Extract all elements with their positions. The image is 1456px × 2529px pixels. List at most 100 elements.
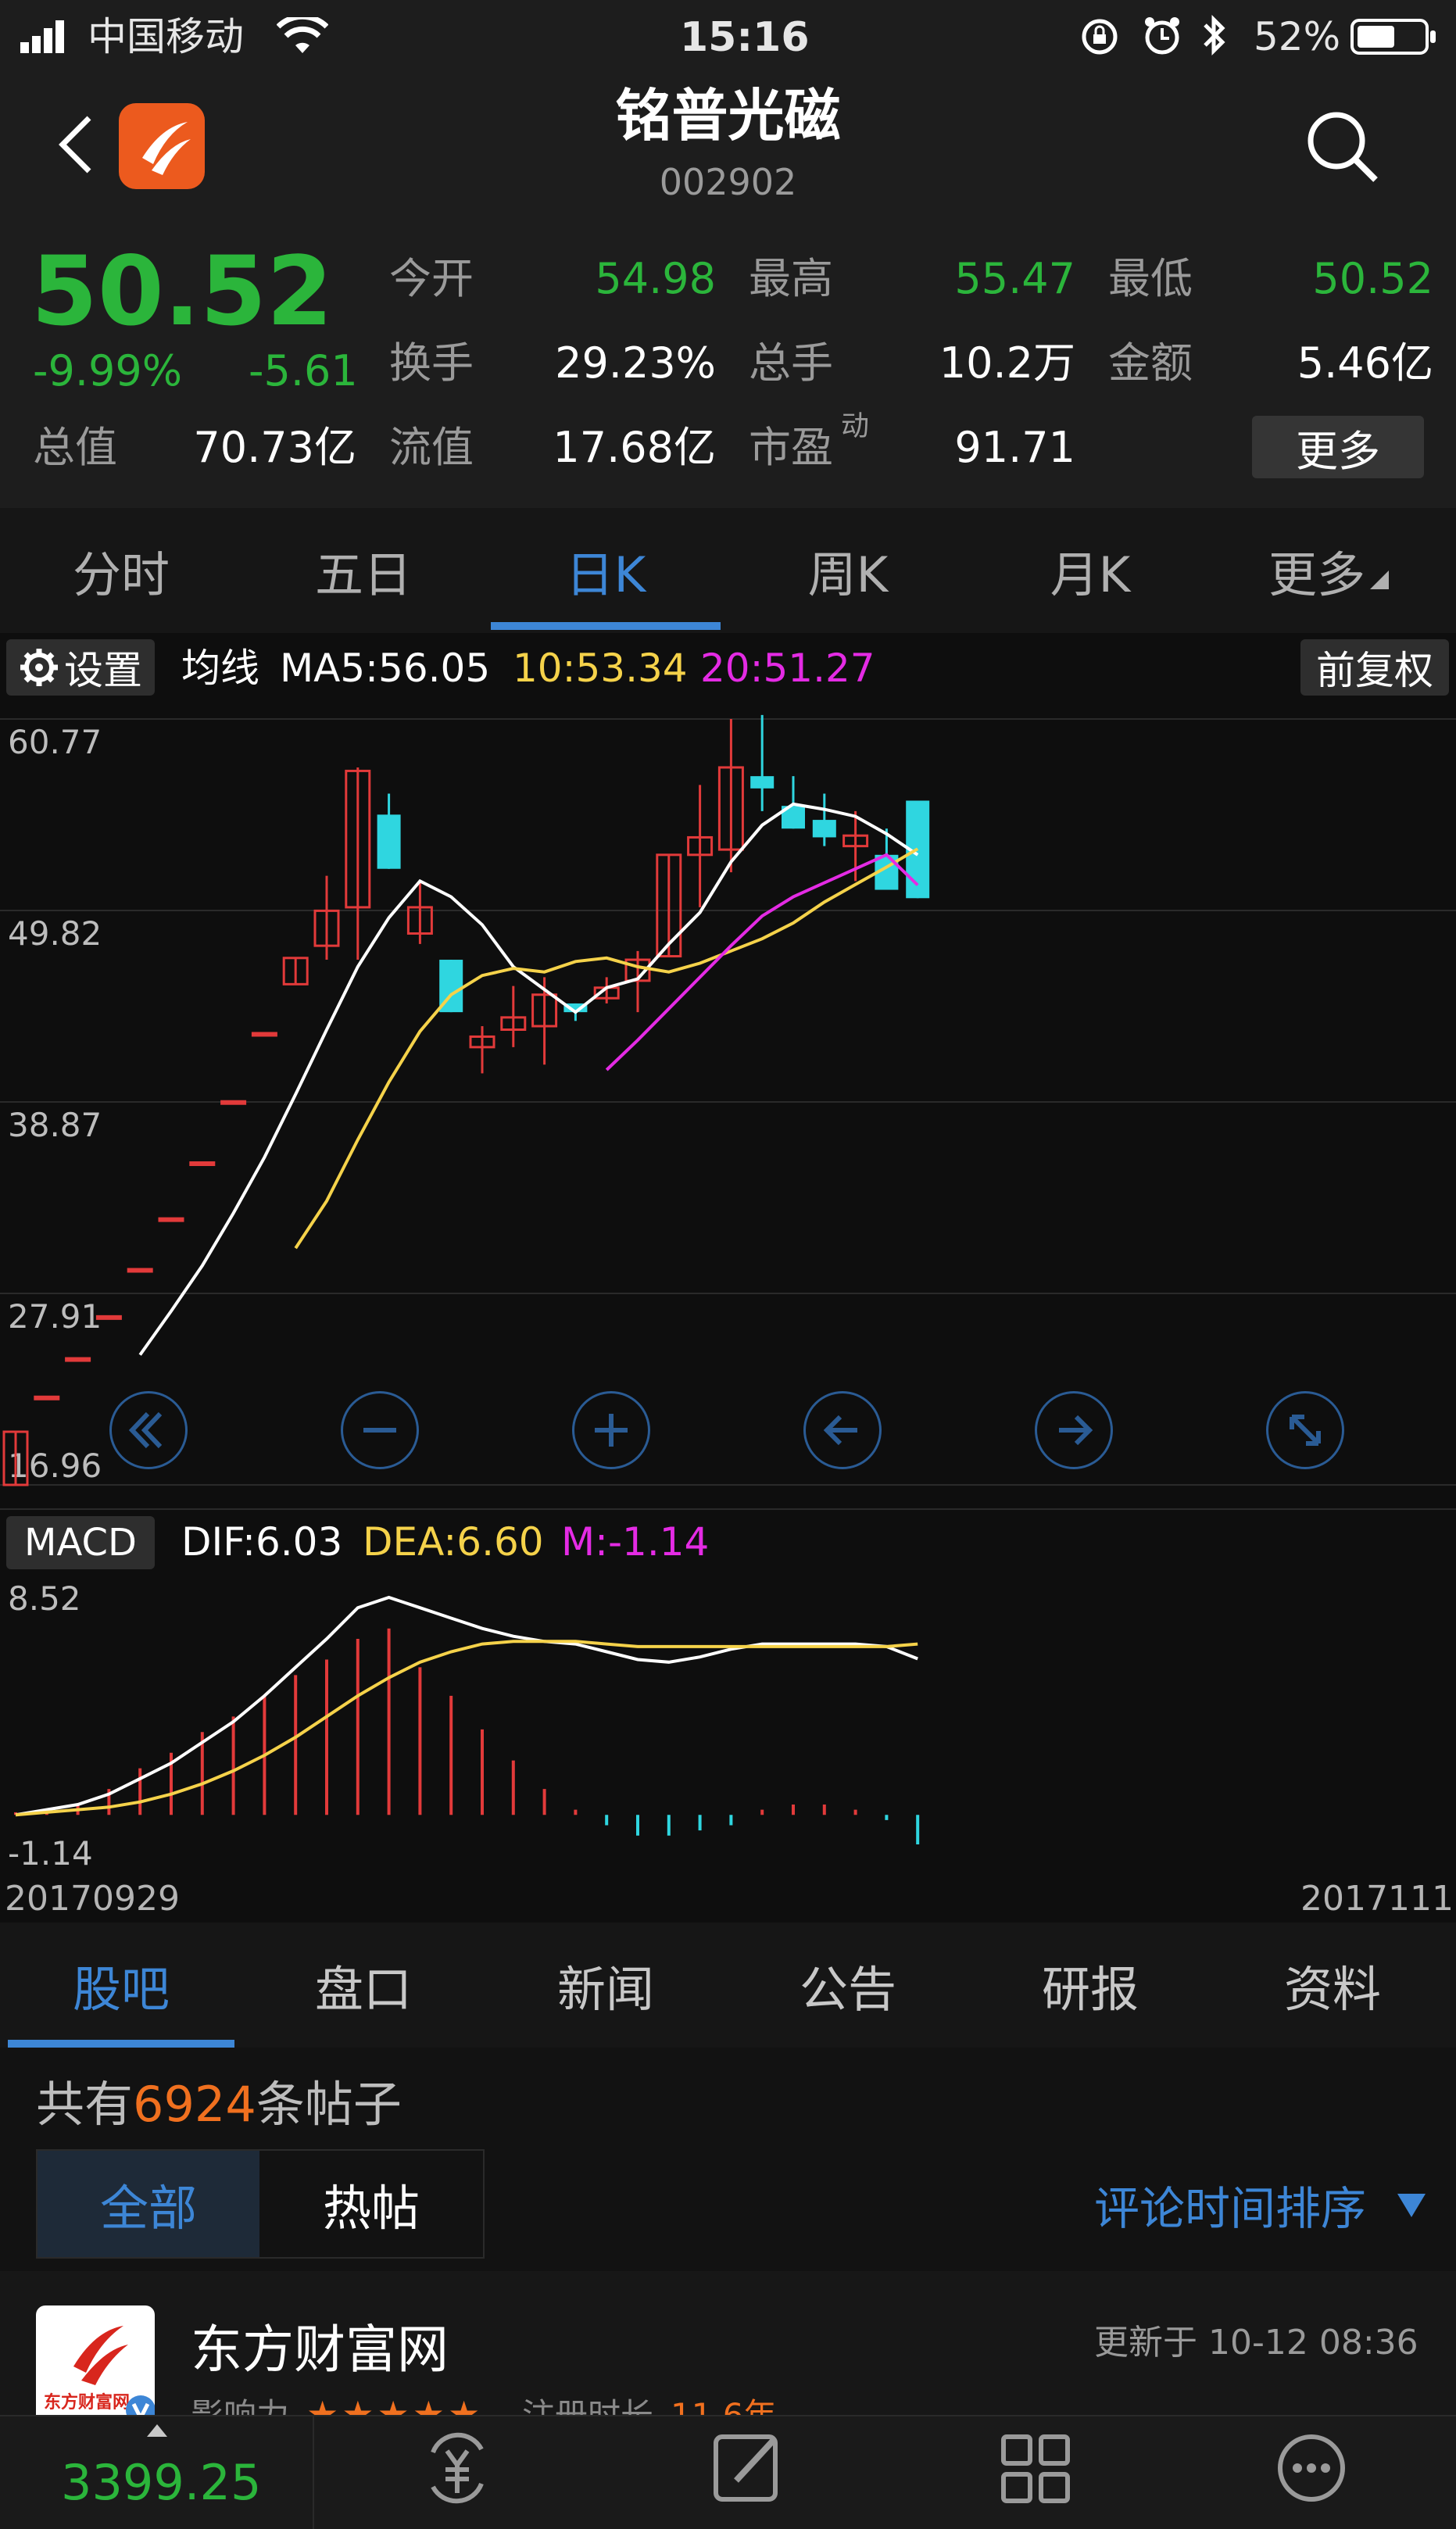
- settings-button[interactable]: 设置: [6, 639, 155, 696]
- ma5-line: [138, 802, 919, 1356]
- zoom-in-icon[interactable]: [572, 1391, 650, 1469]
- macd-chart[interactable]: 8.52 -1.14: [0, 1579, 1456, 1876]
- y-tick-label: 49.82: [8, 914, 102, 953]
- change-percent: -9.99%: [33, 346, 183, 395]
- more-button[interactable]: 更多: [1252, 416, 1424, 478]
- post-filter: 全部 热帖: [36, 2149, 485, 2259]
- search-icon[interactable]: [1304, 108, 1382, 186]
- ma10-value: 10:53.34: [513, 646, 688, 691]
- filter-hot-button[interactable]: 热帖: [259, 2151, 483, 2257]
- low-value: 50.52: [1312, 254, 1433, 303]
- expand-icon[interactable]: [1266, 1391, 1344, 1469]
- battery-icon: [1350, 19, 1436, 55]
- nav-post[interactable]: [603, 2416, 894, 2529]
- change-value: -5.61: [249, 346, 358, 395]
- post-count-line: 共有6924条帖子: [36, 2080, 402, 2129]
- candle-body: [189, 1161, 216, 1167]
- info-tabs: 股吧 盘口 新闻 公告 研报 资料: [0, 1923, 1456, 2048]
- market-cap-label: 总值: [33, 423, 117, 472]
- dif-value: DIF:6.03: [181, 1519, 343, 1565]
- post-updated: 更新于 10-12 08:36: [1094, 2323, 1418, 2363]
- avatar-brand-text: 东方财富网: [44, 2393, 131, 2413]
- nav-more-apps[interactable]: [894, 2416, 1185, 2529]
- y-tick-label: 16.96: [8, 1447, 102, 1485]
- dea-line: [15, 1640, 918, 1817]
- macd-y-tick: -1.14: [8, 1834, 93, 1873]
- kline-chart[interactable]: 60.77 49.82 38.87 27.91 16.96: [0, 703, 1456, 1501]
- status-bar: 中国移动 15:16 52%: [0, 0, 1456, 70]
- quote-panel: 50.52 -9.99% -5.61 今开 54.98 最高 55.47 最低 …: [0, 211, 1456, 508]
- dropdown-triangle-icon: [1397, 2194, 1426, 2217]
- signal-icon: [20, 20, 64, 53]
- posts-section: 共有6924条帖子 全部 热帖 评论时间排序 东方财富网 东方财富网 更新于 1…: [0, 2048, 1456, 2432]
- tab-research[interactable]: 研报: [969, 1923, 1211, 2048]
- exchange-icon: [431, 2432, 484, 2504]
- tab-profile[interactable]: 资料: [1211, 1923, 1454, 2048]
- tab-five-day[interactable]: 五日: [242, 508, 485, 633]
- y-tick-label: 60.77: [8, 723, 102, 761]
- candle-body: [34, 1395, 60, 1400]
- post-item[interactable]: 东方财富网 东方财富网 更新于 10-12 08:36 影响力 ★★★★★ 注册…: [0, 2271, 1456, 2432]
- nav-watchlist[interactable]: [1164, 2416, 1455, 2529]
- stock-header: 铭普光磁 002902: [0, 70, 1456, 211]
- battery-percent: 52%: [1254, 14, 1341, 59]
- bottom-nav: 3399.25: [0, 2415, 1456, 2529]
- sort-label: 评论时间排序: [1094, 2182, 1367, 2235]
- zoom-out-icon[interactable]: [341, 1391, 419, 1469]
- tab-order-book[interactable]: 盘口: [242, 1923, 485, 2048]
- corner-triangle-icon: [1370, 571, 1389, 589]
- turnover-value: 29.23%: [555, 338, 716, 388]
- sort-dropdown[interactable]: 评论时间排序: [1094, 2177, 1429, 2235]
- tab-more-periods[interactable]: 更多: [1211, 508, 1446, 633]
- adjust-button[interactable]: 前复权: [1300, 639, 1449, 696]
- tab-more-label: 更多: [1268, 546, 1365, 603]
- period-tabs: 分时 五日 日K 周K 月K 更多: [0, 508, 1456, 633]
- candle-body: [750, 776, 775, 789]
- float-cap-label: 流值: [389, 423, 474, 472]
- index-quote-button[interactable]: 3399.25: [0, 2416, 291, 2529]
- arrow-left-icon[interactable]: [803, 1391, 882, 1469]
- candle-body: [158, 1217, 184, 1222]
- nav-exchange[interactable]: [313, 2416, 603, 2529]
- tab-weekly-k[interactable]: 周K: [727, 508, 969, 633]
- open-label: 今开: [389, 254, 474, 303]
- tab-news[interactable]: 新闻: [485, 1923, 727, 2048]
- amount-label: 金额: [1108, 338, 1193, 388]
- tab-guba[interactable]: 股吧: [8, 1923, 234, 2048]
- double-left-icon[interactable]: [109, 1391, 188, 1469]
- post-count-suffix: 条帖子: [256, 2076, 402, 2133]
- m-value: M:-1.14: [561, 1519, 710, 1565]
- pe-value: 91.71: [954, 423, 1075, 472]
- post-count-prefix: 共有: [36, 2076, 134, 2133]
- high-value: 55.47: [954, 254, 1075, 303]
- amount-value: 5.46亿: [1297, 338, 1433, 388]
- clock: 15:16: [680, 14, 810, 61]
- filter-all-button[interactable]: 全部: [38, 2151, 259, 2257]
- pe-label: 市盈: [749, 423, 833, 472]
- turnover-label: 换手: [389, 338, 474, 388]
- stock-code: 002902: [659, 161, 797, 203]
- end-date: 20171116: [1300, 1879, 1456, 1919]
- info-tab-indicator: [8, 2040, 234, 2048]
- more-dots-icon: [1278, 2434, 1345, 2502]
- dif-line: [15, 1595, 918, 1817]
- tab-daily-k[interactable]: 日K: [491, 508, 721, 633]
- wifi-icon: [277, 17, 328, 53]
- post-avatar: 东方财富网: [36, 2305, 155, 2424]
- post-count: 6924: [133, 2076, 256, 2133]
- ma10-line: [294, 847, 919, 1250]
- candle-body: [65, 1357, 91, 1362]
- tab-monthly-k[interactable]: 月K: [969, 508, 1211, 633]
- index-value: 3399.25: [61, 2454, 262, 2511]
- macd-button[interactable]: MACD: [6, 1516, 155, 1569]
- y-tick-label: 38.87: [8, 1106, 102, 1144]
- open-value: 54.98: [595, 254, 716, 303]
- active-tab-indicator: [491, 622, 721, 630]
- arrow-right-icon[interactable]: [1035, 1391, 1113, 1469]
- alarm-icon: [1145, 17, 1179, 55]
- tab-announcements[interactable]: 公告: [727, 1923, 969, 2048]
- low-label: 最低: [1108, 254, 1193, 303]
- candle-body: [377, 814, 401, 869]
- high-label: 最高: [749, 254, 833, 303]
- tab-intraday[interactable]: 分时: [0, 508, 242, 633]
